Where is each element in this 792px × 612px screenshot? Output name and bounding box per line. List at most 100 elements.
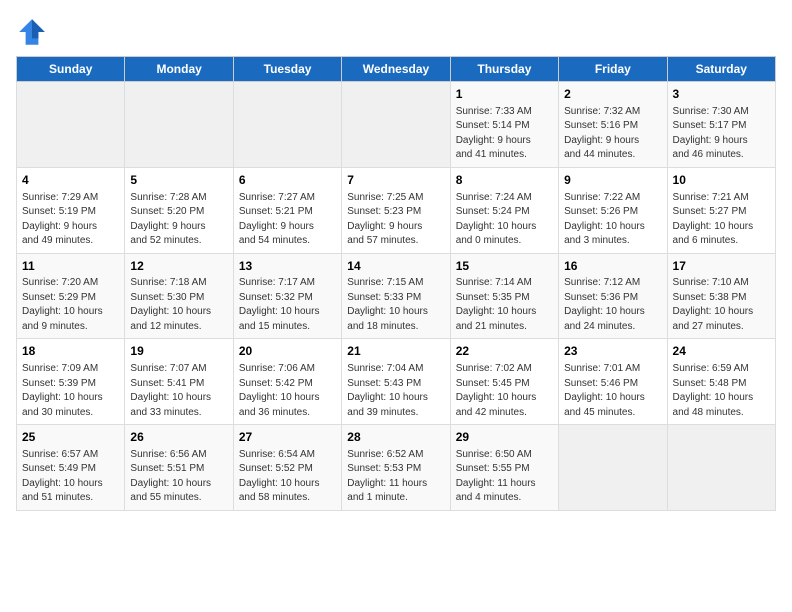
calendar-row: 18 Sunrise: 7:09 AMSunset: 5:39 PMDayligh… (17, 339, 776, 425)
day-number: 9 (564, 172, 661, 189)
day-number: 7 (347, 172, 444, 189)
day-info: Sunrise: 7:01 AMSunset: 5:46 PMDaylight:… (564, 362, 661, 420)
calendar-cell (125, 82, 233, 168)
calendar-cell: 6 Sunrise: 7:27 AMSunset: 5:21 PMDaylight… (233, 167, 341, 253)
day-info: Sunrise: 6:50 AMSunset: 5:55 PMDaylight:… (456, 448, 553, 506)
day-number: 22 (456, 343, 553, 360)
calendar-cell: 22 Sunrise: 7:02 AMSunset: 5:45 PMDayligh… (450, 339, 558, 425)
day-info: Sunrise: 7:33 AMSunset: 5:14 PMDaylight:… (456, 105, 553, 163)
calendar-cell: 17Sunrise: 7:10 AMSunset: 5:38 PMDayligh… (667, 253, 775, 339)
day-number: 5 (130, 172, 227, 189)
calendar-cell: 9 Sunrise: 7:22 AMSunset: 5:26 PMDaylight… (559, 167, 667, 253)
calendar-cell: 25 Sunrise: 6:57 AMSunset: 5:49 PMDayligh… (17, 425, 125, 511)
column-header-saturday: Saturday (667, 57, 775, 82)
day-info: Sunrise: 7:18 AMSunset: 5:30 PMDaylight:… (130, 276, 227, 334)
calendar-cell: 21 Sunrise: 7:04 AMSunset: 5:43 PMDayligh… (342, 339, 450, 425)
calendar-row: 4 Sunrise: 7:29 AMSunset: 5:19 PMDaylight… (17, 167, 776, 253)
day-number: 6 (239, 172, 336, 189)
page-header (16, 16, 776, 48)
day-info: Sunrise: 6:56 AMSunset: 5:51 PMDaylight:… (130, 448, 227, 506)
day-info: Sunrise: 7:22 AMSunset: 5:26 PMDaylight:… (564, 191, 661, 249)
day-info: Sunrise: 6:52 AMSunset: 5:53 PMDaylight:… (347, 448, 444, 506)
day-number: 4 (22, 172, 119, 189)
day-number: 19 (130, 343, 227, 360)
calendar-cell: 8 Sunrise: 7:24 AMSunset: 5:24 PMDaylight… (450, 167, 558, 253)
column-header-wednesday: Wednesday (342, 57, 450, 82)
column-header-monday: Monday (125, 57, 233, 82)
logo (16, 16, 52, 48)
calendar-cell (667, 425, 775, 511)
calendar-row: 1 Sunrise: 7:33 AMSunset: 5:14 PMDaylight… (17, 82, 776, 168)
column-header-friday: Friday (559, 57, 667, 82)
day-info: Sunrise: 7:29 AMSunset: 5:19 PMDaylight:… (22, 191, 119, 249)
day-info: Sunrise: 7:14 AMSunset: 5:35 PMDaylight:… (456, 276, 553, 334)
day-number: 26 (130, 429, 227, 446)
calendar-row: 11Sunrise: 7:20 AMSunset: 5:29 PMDayligh… (17, 253, 776, 339)
day-number: 18 (22, 343, 119, 360)
day-info: Sunrise: 7:24 AMSunset: 5:24 PMDaylight:… (456, 191, 553, 249)
calendar-cell: 20 Sunrise: 7:06 AMSunset: 5:42 PMDayligh… (233, 339, 341, 425)
day-info: Sunrise: 6:54 AMSunset: 5:52 PMDaylight:… (239, 448, 336, 506)
calendar-cell: 7 Sunrise: 7:25 AMSunset: 5:23 PMDaylight… (342, 167, 450, 253)
calendar-cell: 3 Sunrise: 7:30 AMSunset: 5:17 PMDaylight… (667, 82, 775, 168)
calendar-cell (342, 82, 450, 168)
calendar-cell: 4 Sunrise: 7:29 AMSunset: 5:19 PMDaylight… (17, 167, 125, 253)
day-info: Sunrise: 7:07 AMSunset: 5:41 PMDaylight:… (130, 362, 227, 420)
day-number: 20 (239, 343, 336, 360)
calendar-cell: 5 Sunrise: 7:28 AMSunset: 5:20 PMDaylight… (125, 167, 233, 253)
calendar-cell: 12Sunrise: 7:18 AMSunset: 5:30 PMDayligh… (125, 253, 233, 339)
calendar-cell: 2Sunrise: 7:32 AMSunset: 5:16 PMDaylight… (559, 82, 667, 168)
calendar-cell: 14Sunrise: 7:15 AMSunset: 5:33 PMDayligh… (342, 253, 450, 339)
calendar-cell: 23 Sunrise: 7:01 AMSunset: 5:46 PMDayligh… (559, 339, 667, 425)
day-info: Sunrise: 7:27 AMSunset: 5:21 PMDaylight:… (239, 191, 336, 249)
calendar-cell: 24Sunrise: 6:59 AMSunset: 5:48 PMDayligh… (667, 339, 775, 425)
day-number: 27 (239, 429, 336, 446)
day-number: 23 (564, 343, 661, 360)
day-number: 13 (239, 258, 336, 275)
day-number: 3 (673, 86, 770, 103)
calendar-cell: 29 Sunrise: 6:50 AMSunset: 5:55 PMDayligh… (450, 425, 558, 511)
calendar-cell: 10 Sunrise: 7:21 AMSunset: 5:27 PMDayligh… (667, 167, 775, 253)
calendar-cell (17, 82, 125, 168)
calendar-cell: 16Sunrise: 7:12 AMSunset: 5:36 PMDayligh… (559, 253, 667, 339)
day-info: Sunrise: 7:06 AMSunset: 5:42 PMDaylight:… (239, 362, 336, 420)
column-header-thursday: Thursday (450, 57, 558, 82)
calendar-cell (559, 425, 667, 511)
day-number: 25 (22, 429, 119, 446)
calendar-cell: 13Sunrise: 7:17 AMSunset: 5:32 PMDayligh… (233, 253, 341, 339)
calendar-cell (233, 82, 341, 168)
day-info: Sunrise: 7:04 AMSunset: 5:43 PMDaylight:… (347, 362, 444, 420)
day-number: 29 (456, 429, 553, 446)
calendar-cell: 28 Sunrise: 6:52 AMSunset: 5:53 PMDayligh… (342, 425, 450, 511)
calendar-cell: 26 Sunrise: 6:56 AMSunset: 5:51 PMDayligh… (125, 425, 233, 511)
day-number: 10 (673, 172, 770, 189)
calendar-row: 25 Sunrise: 6:57 AMSunset: 5:49 PMDayligh… (17, 425, 776, 511)
day-info: Sunrise: 7:30 AMSunset: 5:17 PMDaylight:… (673, 105, 770, 163)
day-info: Sunrise: 7:20 AMSunset: 5:29 PMDaylight:… (22, 276, 119, 334)
calendar-cell: 19 Sunrise: 7:07 AMSunset: 5:41 PMDayligh… (125, 339, 233, 425)
day-info: Sunrise: 7:09 AMSunset: 5:39 PMDaylight:… (22, 362, 119, 420)
calendar-cell: 1 Sunrise: 7:33 AMSunset: 5:14 PMDaylight… (450, 82, 558, 168)
day-info: Sunrise: 7:28 AMSunset: 5:20 PMDaylight:… (130, 191, 227, 249)
day-info: Sunrise: 7:02 AMSunset: 5:45 PMDaylight:… (456, 362, 553, 420)
day-info: Sunrise: 6:59 AMSunset: 5:48 PMDaylight:… (673, 362, 770, 420)
calendar-cell: 27 Sunrise: 6:54 AMSunset: 5:52 PMDayligh… (233, 425, 341, 511)
day-info: Sunrise: 7:21 AMSunset: 5:27 PMDaylight:… (673, 191, 770, 249)
day-number: 21 (347, 343, 444, 360)
day-number: 8 (456, 172, 553, 189)
day-number: 14 (347, 258, 444, 275)
day-info: Sunrise: 7:25 AMSunset: 5:23 PMDaylight:… (347, 191, 444, 249)
day-info: Sunrise: 6:57 AMSunset: 5:49 PMDaylight:… (22, 448, 119, 506)
day-number: 11 (22, 258, 119, 275)
column-header-sunday: Sunday (17, 57, 125, 82)
day-number: 17 (673, 258, 770, 275)
day-number: 15 (456, 258, 553, 275)
calendar-cell: 18 Sunrise: 7:09 AMSunset: 5:39 PMDayligh… (17, 339, 125, 425)
day-number: 1 (456, 86, 553, 103)
calendar-cell: 15Sunrise: 7:14 AMSunset: 5:35 PMDayligh… (450, 253, 558, 339)
day-number: 16 (564, 258, 661, 275)
day-info: Sunrise: 7:15 AMSunset: 5:33 PMDaylight:… (347, 276, 444, 334)
day-info: Sunrise: 7:10 AMSunset: 5:38 PMDaylight:… (673, 276, 770, 334)
day-number: 28 (347, 429, 444, 446)
day-number: 2 (564, 86, 661, 103)
